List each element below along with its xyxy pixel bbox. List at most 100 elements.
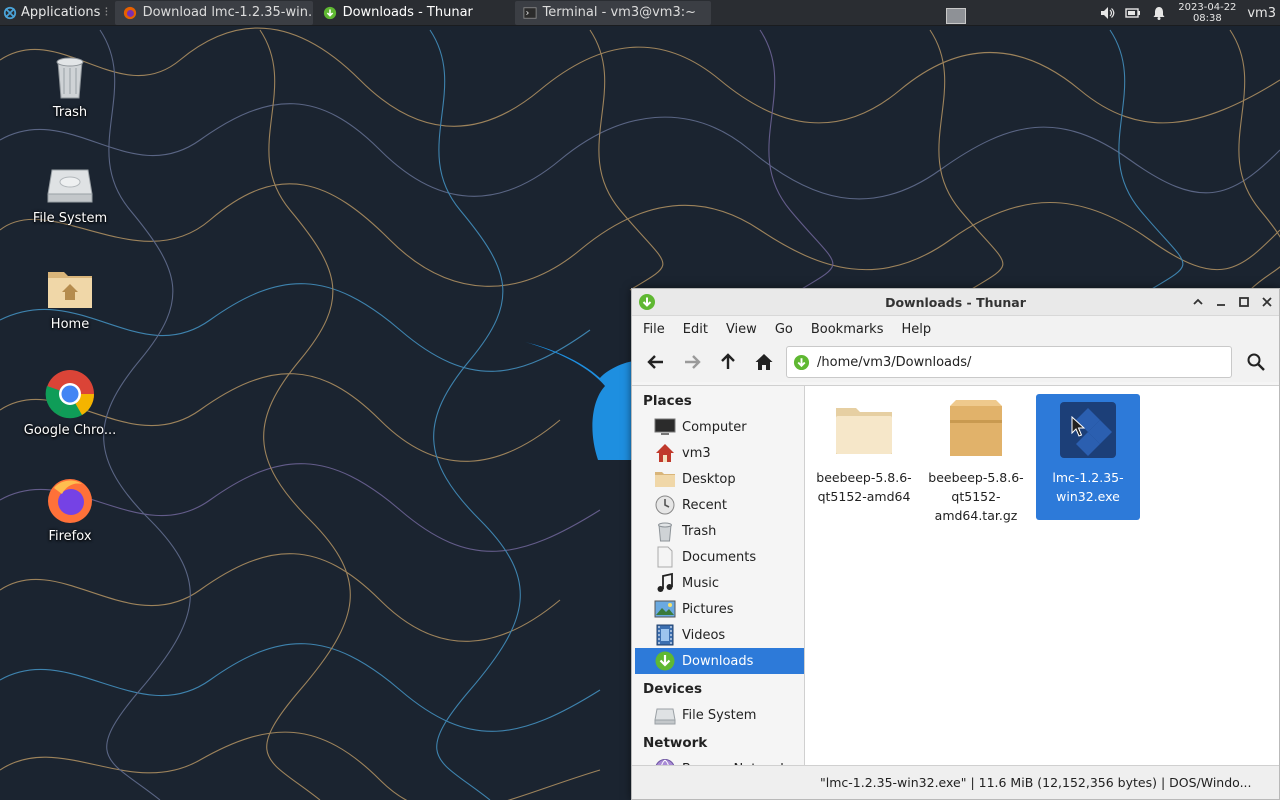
file-view[interactable]: beebeep-5.8.6- qt5152-amd64 beebeep-5.8.… (805, 385, 1279, 767)
top-panel: Applications ⁝ Download lmc-1.2.35-win..… (0, 0, 1280, 26)
sidebar-item-trash[interactable]: Trash (635, 518, 804, 544)
desktop-icon-google-chrome[interactable]: Google Chro... (20, 368, 120, 438)
location-path: /home/vm3/Downloads/ (817, 354, 972, 370)
minimize-button[interactable] (1212, 293, 1229, 311)
trash-icon (658, 522, 672, 542)
desktop-icon-trash[interactable]: Trash (20, 50, 120, 120)
notification-bell-icon[interactable] (1151, 5, 1167, 21)
status-text: "lmc-1.2.35-win32.exe" | 11.6 MiB (12,15… (820, 775, 1252, 790)
file-name-line: beebeep-5.8.6- (816, 470, 912, 485)
home-button[interactable] (746, 346, 782, 378)
window-title: Downloads - Thunar (885, 294, 1026, 310)
sidebar-item-label: File System (682, 707, 757, 723)
firefox-icon (48, 479, 92, 523)
close-icon (1261, 297, 1272, 307)
taskbar-button-firefox[interactable]: Download lmc-1.2.35-win... (114, 0, 313, 25)
applications-label: Applications (21, 5, 101, 20)
desktop-folder-icon (655, 472, 675, 487)
download-icon (793, 354, 810, 370)
menu-bookmarks[interactable]: Bookmarks (802, 322, 893, 337)
firefox-icon (123, 6, 136, 19)
system-tray: 2023-04-22 08:38 vm3 (1099, 0, 1280, 26)
window-content: Places Computer vm3 Desktop Recent Trash (632, 385, 1279, 779)
download-icon (323, 6, 336, 19)
sidebar-item-label: vm3 (682, 445, 711, 461)
clock[interactable]: 2023-04-22 08:38 (1177, 2, 1237, 24)
file-name-line: qt5152- (951, 489, 1001, 504)
download-icon (639, 294, 655, 310)
folder-icon (836, 408, 892, 454)
home-icon (656, 444, 674, 462)
menu-go[interactable]: Go (766, 322, 802, 337)
exe-icon (1060, 402, 1116, 458)
music-icon (657, 572, 673, 592)
desktop-icon-firefox[interactable]: Firefox (20, 474, 120, 544)
desktop-icon-label: Firefox (48, 529, 92, 544)
sidebar-item-computer[interactable]: Computer (635, 414, 804, 440)
sidebar: Places Computer vm3 Desktop Recent Trash (632, 385, 805, 779)
sidebar-item-videos[interactable]: Videos (635, 622, 804, 648)
shade-button[interactable] (1189, 293, 1206, 311)
desktop-icon-home[interactable]: Home (20, 262, 120, 332)
taskbar-button-thunar[interactable]: Downloads - Thunar (314, 0, 513, 25)
file-name-line: qt5152-amd64 (817, 489, 911, 504)
menu-help[interactable]: Help (892, 322, 940, 337)
volume-icon[interactable] (1099, 5, 1115, 21)
sidebar-item-desktop[interactable]: Desktop (635, 466, 804, 492)
archive-icon (950, 400, 1002, 456)
menu-bar: File Edit View Go Bookmarks Help (632, 316, 1279, 342)
maximize-icon (1238, 297, 1249, 307)
mouse-cursor-icon (1071, 416, 1085, 437)
desktop-icon-label: Google Chro... (23, 423, 117, 438)
menu-file[interactable]: File (634, 322, 674, 337)
taskbar-label: Download lmc-1.2.35-win... (142, 5, 313, 20)
arrow-up-icon (721, 353, 735, 369)
battery-icon[interactable] (1125, 5, 1141, 21)
user-menu[interactable]: vm3 (1247, 6, 1276, 21)
taskbar-button-terminal[interactable]: Terminal - vm3@vm3:~ (514, 0, 711, 25)
places-title: Places (643, 393, 692, 409)
search-button[interactable] (1238, 346, 1274, 378)
computer-icon (654, 418, 676, 435)
menu-view[interactable]: View (717, 322, 766, 337)
file-item-beebeep-archive[interactable]: beebeep-5.8.6- qt5152- amd64.tar.gz (924, 394, 1028, 523)
forward-button[interactable] (674, 346, 710, 378)
status-bar: "lmc-1.2.35-win32.exe" | 11.6 MiB (12,15… (632, 765, 1279, 799)
up-button[interactable] (710, 346, 746, 378)
menu-edit[interactable]: Edit (674, 322, 717, 337)
sidebar-item-music[interactable]: Music (635, 570, 804, 596)
sidebar-item-pictures[interactable]: Pictures (635, 596, 804, 622)
devices-title: Devices (643, 681, 702, 697)
sidebar-item-recent[interactable]: Recent (635, 492, 804, 518)
file-item-lmc-exe[interactable]: lmc-1.2.35- win32.exe (1036, 394, 1140, 520)
file-name-line: amd64.tar.gz (934, 508, 1018, 523)
drive-icon (654, 708, 676, 725)
xfce-logo-icon (3, 6, 17, 19)
downloads-icon (655, 651, 675, 671)
file-item-beebeep-folder[interactable]: beebeep-5.8.6- qt5152-amd64 (812, 394, 916, 520)
workspace-switcher[interactable] (946, 8, 966, 24)
sidebar-item-documents[interactable]: Documents (635, 544, 804, 570)
window-titlebar[interactable]: Downloads - Thunar (632, 289, 1279, 316)
file-name-line: lmc-1.2.35- (1052, 470, 1124, 485)
sidebar-item-vm3[interactable]: vm3 (635, 440, 804, 466)
taskbar-label: Downloads - Thunar (342, 5, 473, 20)
sidebar-item-file-system[interactable]: File System (635, 702, 804, 728)
applications-menu-button[interactable]: Applications ⁝ (0, 0, 113, 26)
close-button[interactable] (1258, 293, 1275, 311)
sidebar-item-label: Music (682, 575, 719, 591)
clock-time: 08:38 (1192, 13, 1222, 24)
sidebar-item-label: Downloads (682, 653, 754, 669)
desktop-icon-label: Home (50, 317, 90, 332)
sidebar-item-label: Trash (682, 523, 717, 539)
maximize-button[interactable] (1235, 293, 1252, 311)
search-icon (1247, 353, 1265, 371)
file-name-line: beebeep-5.8.6- (928, 470, 1024, 485)
file-name-line: win32.exe (1056, 489, 1120, 504)
sidebar-item-label: Documents (682, 549, 757, 565)
sidebar-item-downloads[interactable]: Downloads (635, 648, 804, 674)
desktop-icon-file-system[interactable]: File System (20, 156, 120, 226)
arrow-left-icon (647, 355, 663, 369)
back-button[interactable] (638, 346, 674, 378)
location-bar[interactable]: /home/vm3/Downloads/ (786, 346, 1232, 378)
